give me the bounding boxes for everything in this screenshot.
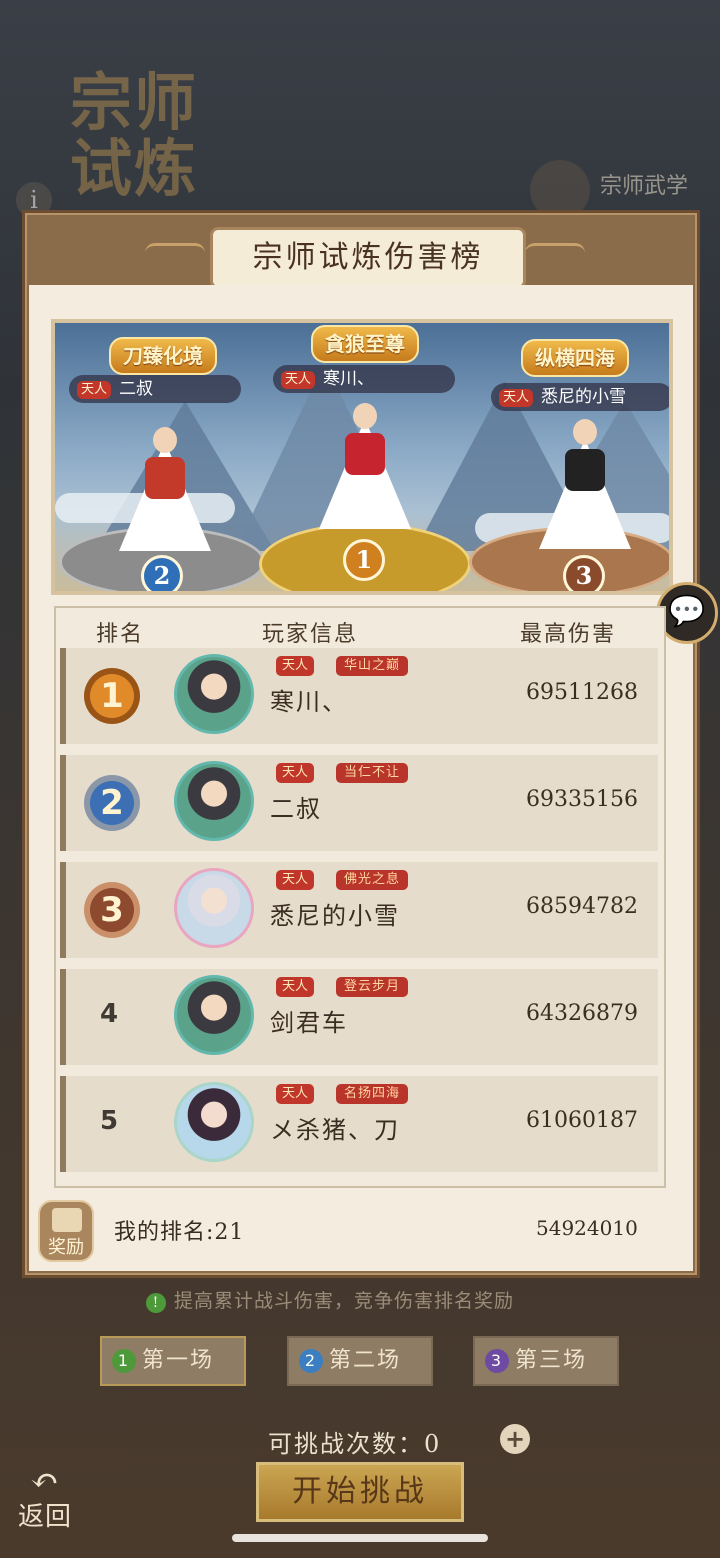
sash — [565, 449, 605, 491]
table-row[interactable]: 1 天人 华山之巅 寒川、 69511268 — [60, 648, 658, 744]
tianren-tag: 天人 — [276, 1084, 315, 1104]
table-row[interactable]: 2 天人 当仁不让 二叔 69335156 — [60, 755, 658, 851]
player-title-tag: 佛光之息 — [336, 870, 409, 890]
tianren-tag: 天人 — [499, 388, 534, 407]
player-damage: 69335156 — [526, 787, 638, 812]
stage-number: 1 — [112, 1349, 136, 1373]
head — [353, 403, 377, 429]
table-row[interactable]: 3 天人 佛光之息 悉尼的小雪 68594782 — [60, 862, 658, 958]
exclamation-icon: ! — [146, 1293, 166, 1313]
podium-title-third: 纵横四海 — [521, 339, 629, 377]
stage-2-button[interactable]: 2 第二场 — [287, 1336, 433, 1386]
rank-number: 5 — [100, 1106, 119, 1136]
table-row[interactable]: 5 天人 名扬四海 メ杀猪、刀 61060187 — [60, 1076, 658, 1172]
podium-rank-second: 2 — [141, 555, 183, 591]
title-ornament-left — [145, 243, 205, 264]
martial-arts-shortcut[interactable]: 宗师武学 — [530, 160, 710, 220]
rank-number: 4 — [100, 999, 119, 1029]
rank-medal-silver: 2 — [84, 775, 140, 831]
player-title-tag: 当仁不让 — [336, 763, 409, 783]
player-name: 悉尼的小雪 — [270, 902, 400, 930]
title-ornament-right — [525, 243, 585, 264]
modal-title: 宗师试炼伤害榜 — [210, 227, 526, 289]
player-damage: 64326879 — [526, 1001, 638, 1026]
stage-label: 第二场 — [329, 1348, 402, 1373]
player-figure-third[interactable] — [535, 419, 635, 549]
tianren-tag: 天人 — [77, 380, 112, 399]
home-indicator[interactable] — [232, 1534, 488, 1542]
stage-number: 2 — [299, 1349, 323, 1373]
avatar[interactable] — [174, 975, 254, 1055]
avatar[interactable] — [174, 868, 254, 948]
podium-name-second: 天人 二叔 — [69, 375, 241, 403]
tianren-tag: 天人 — [276, 763, 315, 783]
chat-bubble-icon: 💬 — [668, 594, 706, 629]
podium-name-third: 天人 悉尼的小雪 — [491, 383, 669, 411]
stage-1-button[interactable]: 1 第一场 — [100, 1336, 246, 1386]
back-button[interactable]: ↶ 返回 — [18, 1461, 73, 1533]
podium-title-first: 貪狼至尊 — [311, 325, 419, 363]
player-figure-first[interactable] — [315, 403, 415, 529]
stage-number: 3 — [485, 1349, 509, 1373]
reward-button[interactable]: 奖励 — [38, 1200, 94, 1262]
treasure-chest-icon — [52, 1208, 82, 1232]
column-header-damage: 最高伤害 — [520, 622, 617, 647]
player-damage: 69511268 — [526, 680, 638, 705]
player-figure-second[interactable] — [115, 427, 215, 551]
back-label: 返回 — [18, 1502, 73, 1532]
start-challenge-button[interactable]: 开始挑战 — [256, 1462, 464, 1522]
my-damage: 54924010 — [536, 1216, 638, 1240]
player-damage: 68594782 — [526, 894, 638, 919]
reward-label: 奖励 — [48, 1237, 84, 1258]
player-name: 剑君车 — [270, 1009, 348, 1037]
podium-name-first: 天人 寒川、 — [273, 365, 455, 393]
player-name: 寒川、 — [323, 369, 375, 389]
player-name: メ杀猪、刀 — [270, 1116, 400, 1144]
sash — [145, 457, 185, 499]
stage-label: 第一场 — [142, 1348, 215, 1373]
tianren-tag: 天人 — [281, 370, 316, 389]
rank-medal-bronze: 3 — [84, 882, 140, 938]
avatar[interactable] — [174, 761, 254, 841]
player-name: 悉尼的小雪 — [541, 387, 627, 407]
tianren-tag: 天人 — [276, 977, 315, 997]
column-header-player: 玩家信息 — [262, 622, 359, 647]
my-rank-label: 我的排名:21 — [114, 1220, 245, 1245]
stage-label: 第三场 — [515, 1348, 588, 1373]
rank-medal-gold: 1 — [84, 668, 140, 724]
player-name: 二叔 — [119, 379, 154, 399]
challenge-chances: 可挑战次数：0 — [268, 1430, 442, 1458]
column-header-rank: 排名 — [96, 622, 145, 647]
player-name: 二叔 — [270, 795, 322, 823]
sash — [345, 433, 385, 475]
player-title-tag: 名扬四海 — [336, 1084, 409, 1104]
background-title: 宗师试炼 — [70, 66, 199, 205]
head — [153, 427, 177, 453]
player-title-tag: 华山之巅 — [336, 656, 409, 676]
back-arrow-icon: ↶ — [30, 1461, 60, 1501]
player-title-tag: 登云步月 — [336, 977, 409, 997]
table-row[interactable]: 4 天人 登云步月 剑君车 64326879 — [60, 969, 658, 1065]
martial-arts-label: 宗师武学 — [600, 174, 689, 199]
avatar[interactable] — [174, 654, 254, 734]
tip-message: 提高累计战斗伤害，竞争伤害排名奖励 — [174, 1290, 515, 1312]
head — [573, 419, 597, 445]
tianren-tag: 天人 — [276, 656, 315, 676]
podium-title-second: 刀臻化境 — [109, 337, 217, 375]
avatar[interactable] — [174, 1082, 254, 1162]
podium-rank-first: 1 — [343, 539, 385, 581]
podium-rank-third: 3 — [563, 555, 605, 591]
player-damage: 61060187 — [526, 1108, 638, 1133]
top-three-podium: 刀臻化境 天人 二叔 貪狼至尊 天人 寒川、 纵横四海 天人 悉尼的小雪 2 1 3 — [51, 319, 673, 595]
tip-text: ! 提高累计战斗伤害，竞争伤害排名奖励 — [146, 1286, 514, 1313]
add-chances-button[interactable]: + — [500, 1424, 530, 1454]
player-name: 寒川、 — [270, 688, 348, 716]
stage-3-button[interactable]: 3 第三场 — [473, 1336, 619, 1386]
tianren-tag: 天人 — [276, 870, 315, 890]
